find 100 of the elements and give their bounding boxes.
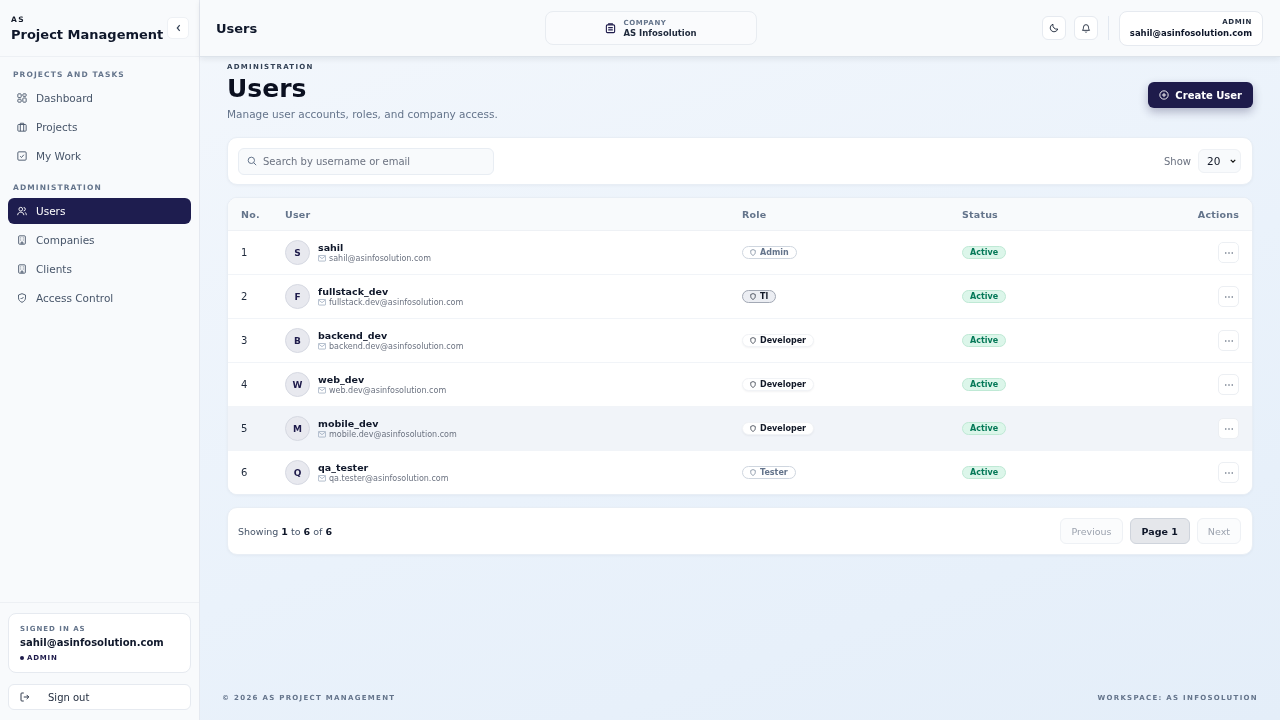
shield-icon [750,293,756,300]
theme-toggle-button[interactable] [1041,16,1066,40]
sidebar-item[interactable]: Access Control [8,285,191,311]
more-icon [1224,251,1233,254]
current-page-button[interactable]: Page 1 [1129,518,1190,544]
page-size-select[interactable]: 20 [1198,149,1241,173]
company-name: AS Infosolution [623,27,697,38]
username: web_dev [318,374,365,385]
status-badge: Active [962,246,1007,259]
user-email: mobile.dev@asinfosolution.com [329,430,457,439]
search-field[interactable]: Search by username or email [238,147,494,175]
building-icon [17,235,27,245]
shield-icon [750,381,756,388]
results-summary: Showing 1 to 6 of 6 [238,525,332,537]
row-actions-button[interactable] [1218,462,1239,483]
status-badge: Active [962,290,1007,303]
more-icon [1224,383,1233,386]
user-email: fullstack.dev@asinfosolution.com [329,298,464,307]
avatar: M [285,416,310,441]
sign-out-button[interactable]: Sign out [8,684,191,710]
more-icon [1224,339,1233,342]
row-number: 1 [241,247,248,258]
column-header: User [285,208,312,220]
column-header: Actions [1197,208,1239,220]
row-actions-button[interactable] [1218,418,1239,439]
checkbox-icon [17,151,27,161]
create-user-button[interactable]: Create User [1148,82,1253,108]
user-email: sahil@asinfosolution.com [1129,28,1252,38]
status-badge: Active [962,334,1007,347]
user-email: backend.dev@asinfosolution.com [329,342,464,351]
page-header-title: Users [216,20,259,36]
collapse-sidebar-button[interactable] [167,17,189,39]
avatar: S [285,240,310,265]
username: fullstack_dev [318,286,389,297]
username: mobile_dev [318,418,379,429]
row-actions-button[interactable] [1218,242,1239,263]
mail-icon [318,387,326,394]
row-number: 2 [241,291,248,302]
more-icon [1224,471,1233,474]
username: sahil [318,242,345,253]
mail-icon [318,475,326,482]
column-header: Role [742,208,768,220]
dot-icon [20,656,24,660]
status-badge: Active [962,378,1007,391]
role-badge: Developer [742,422,815,435]
mail-icon [318,431,326,438]
notifications-button[interactable] [1073,16,1098,40]
role-badge: Tl [742,290,777,303]
sidebar-item[interactable]: Dashboard [8,85,191,111]
moon-icon [1048,23,1059,33]
row-actions-button[interactable] [1218,286,1239,307]
role-badge: Tester [742,466,796,479]
status-badge: Active [962,466,1007,479]
shield-icon [17,293,27,303]
user-email: web.dev@asinfosolution.com [329,386,447,395]
role-badge: Developer [742,334,815,347]
username: backend_dev [318,330,388,341]
row-number: 5 [241,423,248,434]
grid-icon [17,93,27,103]
role-badge: Developer [742,378,815,391]
more-icon [1224,427,1233,430]
avatar: Q [285,460,310,485]
building-icon [605,22,617,34]
sidebar-item[interactable]: Users [8,198,191,224]
search-icon [247,156,257,166]
shield-icon [750,337,756,344]
column-header: Status [962,208,999,220]
sidebar-item[interactable]: My Work [8,143,191,169]
signed-in-email: sahil@asinfosolution.com [20,637,165,648]
mail-icon [318,255,326,262]
row-actions-button[interactable] [1218,374,1239,395]
plus-circle-icon [1159,90,1170,100]
user-email: qa.tester@asinfosolution.com [329,474,449,483]
column-header: No. [241,208,261,220]
avatar: B [285,328,310,353]
users-icon [17,206,27,216]
avatar: F [285,284,310,309]
user-email: sahil@asinfosolution.com [329,254,431,263]
row-number: 4 [241,379,248,390]
avatar: W [285,372,310,397]
briefcase-icon [17,122,27,132]
row-number: 3 [241,335,248,346]
chevron-left-icon [175,24,181,32]
page-subtitle: Manage user accounts, roles, and company access. [227,108,498,120]
building-icon [17,264,27,274]
row-actions-button[interactable] [1218,330,1239,351]
chevron-down-icon [1230,159,1236,163]
row-number: 6 [241,467,248,478]
more-icon [1224,295,1233,298]
shield-icon [750,249,756,256]
logout-icon [20,692,30,702]
status-badge: Active [962,422,1007,435]
page-title: Users [227,74,308,104]
username: qa_tester [318,462,369,473]
app-title: Project Management [11,26,164,42]
show-label: Show [1164,155,1191,167]
mail-icon [318,299,326,306]
sidebar-item[interactable]: Clients [8,256,191,282]
sidebar-item[interactable]: Companies [8,227,191,253]
sidebar-item[interactable]: Projects [8,114,191,140]
